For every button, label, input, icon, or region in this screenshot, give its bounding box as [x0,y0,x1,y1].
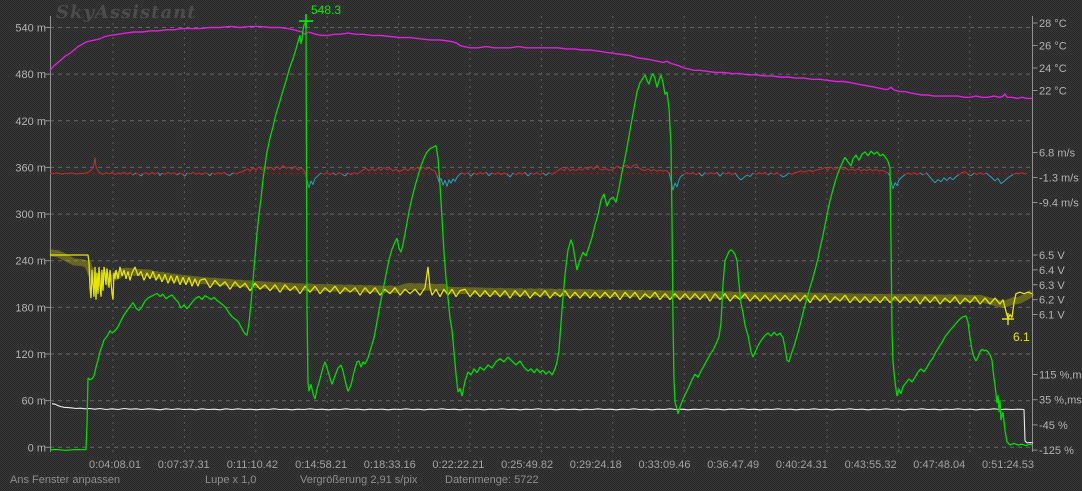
y-axis-label-left: 60 m [22,396,46,408]
y-axis-label-right: 6.5 V [1039,250,1065,262]
y-axis-label-right: 6.3 V [1039,280,1065,292]
x-axis-time-label: 0:22:22.21 [432,459,484,471]
y-axis-label-right: 6.4 V [1039,265,1065,277]
y-axis-label-left: 300 m [15,209,46,221]
x-axis-time-label: 0:18:33.16 [364,459,416,471]
y-axis-label-right: 28 °C [1039,18,1067,30]
y-axis-label-right: 6.2 V [1039,295,1065,307]
trace-vario-sink [133,172,1013,190]
status-zoom-factor: Vergrößerung 2,91 s/pix [300,474,417,486]
y-axis-label-right: 26 °C [1039,41,1067,53]
y-axis-label-right: 6.8 m/s [1039,148,1076,160]
y-axis-label-right: -45 % [1039,420,1068,432]
y-axis-label-right: -1.3 m/s [1039,173,1079,185]
time-axis-labels: 0:04:08.01 0:07:37.31 0:11:10.42 0:14:58.21… [89,459,1034,471]
y-axis-label-left: 120 m [15,349,46,361]
x-axis-time-label: 0:07:37.31 [158,459,210,471]
y-axis-label-left: 480 m [15,69,46,81]
y-axis-label-left: 360 m [15,162,46,174]
data-traces [50,21,1033,450]
x-axis-time-label: 0:11:10.42 [227,459,278,471]
voltage-min-value: 6.1 [1013,330,1030,344]
x-axis-time-label: 0:25:49.82 [501,459,553,471]
status-fit-window: Ans Fenster anpassen [10,474,120,486]
y-axis-label-right: -9.4 m/s [1039,198,1079,210]
y-axis-label-right: -125 % [1039,445,1074,457]
trace-altitude [50,21,1032,450]
trace-receiver [52,404,1033,443]
chart-plot-area[interactable]: 540 m 480 m 420 m 360 m 300 m 240 m 180 m 120 m… [0,0,1082,491]
x-axis-time-label: 0:51:24.53 [982,459,1034,471]
y-axis-label-left: 540 m [15,23,46,35]
y-axis-label-left: 420 m [15,116,46,128]
x-axis-time-label: 0:47:48.04 [913,459,965,471]
y-axis-label-left: 0 m [28,442,46,454]
trace-voltage [50,255,1032,319]
trace-vario-climb [50,158,1027,176]
skyassistant-window: SkyAssistant 540 m480 m420 m360 m300 m24… [0,0,1082,491]
x-axis-time-label: 0:43:55.32 [845,459,897,471]
axis-tick-labels: 540 m 480 m 420 m 360 m 300 m 240 m 180 m 120 m… [15,18,1082,457]
x-axis-time-label: 0:40:24.31 [776,459,828,471]
y-axis-label-right: 22 °C [1039,86,1067,98]
x-axis-time-label: 0:36:47.49 [707,459,759,471]
y-axis-label-left: 240 m [15,256,46,268]
x-axis-time-label: 0:14:58.21 [295,459,347,471]
y-axis-label-right: 115 %,ms [1039,370,1082,382]
x-axis-time-label: 0:33:09.46 [639,459,691,471]
status-magnifier: Lupe x 1,0 [205,474,256,486]
x-axis-time-label: 0:29:24.18 [570,459,622,471]
altitude-peak-value: 548.3 [311,3,341,17]
y-axis-label-right: 35 %,ms [1039,395,1082,407]
y-axis-label-right: 24 °C [1039,63,1067,75]
gridlines [50,16,1032,452]
status-data-count: Datenmenge: 5722 [445,474,539,486]
y-axis-label-right: 6.1 V [1039,310,1065,322]
status-bar: Ans Fenster anpassen Lupe x 1,0 Vergröße… [0,474,1082,491]
y-axis-label-left: 180 m [15,302,46,314]
x-axis-time-label: 0:04:08.01 [89,459,141,471]
